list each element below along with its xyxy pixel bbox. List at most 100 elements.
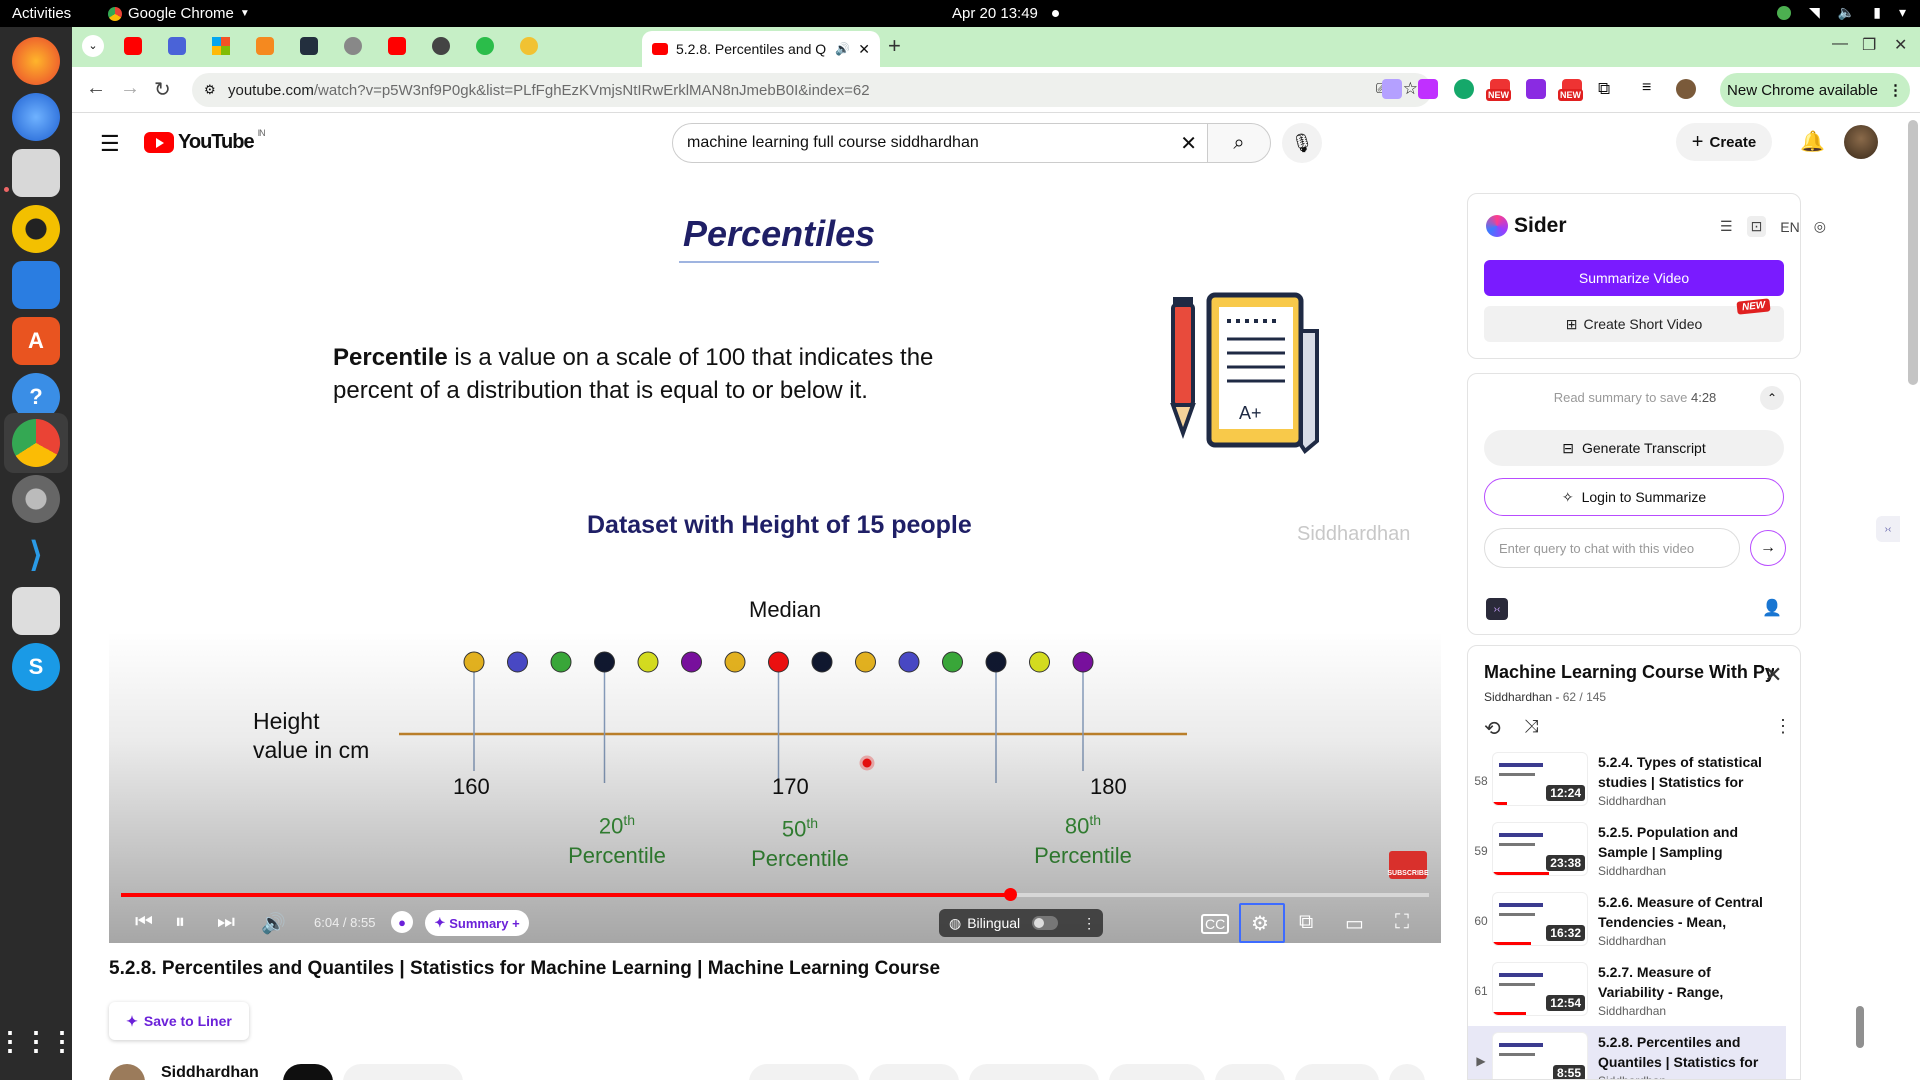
writer-icon[interactable] (12, 261, 60, 309)
playlist-item[interactable]: ▶ 8:55 5.2.8. Percentiles and Quantiles | … (1468, 1026, 1786, 1079)
search-input[interactable]: machine learning full course siddhardhan… (672, 123, 1212, 163)
sider-settings-icon[interactable]: ◎ (1814, 218, 1826, 235)
profile-avatar[interactable] (1676, 79, 1696, 99)
restore-window-icon[interactable]: ❐ (1862, 35, 1876, 55)
forward-icon[interactable]: → (120, 77, 140, 100)
back-icon[interactable]: ← (86, 77, 106, 100)
download-button[interactable] (969, 1064, 1099, 1080)
close-window-icon[interactable]: ✕ (1894, 35, 1907, 55)
more-options-icon[interactable]: ⋮ (1082, 915, 1096, 932)
clock[interactable]: Apr 20 13:49 (952, 5, 1038, 22)
language-toggle[interactable]: EN (1780, 219, 1799, 235)
extension-sider-icon[interactable] (1382, 79, 1402, 99)
skype-icon[interactable]: S (12, 643, 60, 691)
menu-icon[interactable]: ☰ (100, 131, 120, 157)
pinned-tab-green[interactable] (476, 37, 494, 55)
pinned-tab-globe[interactable] (344, 37, 362, 55)
pinned-tab-docs[interactable] (168, 37, 186, 55)
channel-name[interactable]: Siddhardhan (161, 1064, 259, 1080)
progress-bar[interactable] (121, 888, 1429, 901)
channel-avatar[interactable] (109, 1064, 145, 1080)
send-arrow-icon[interactable]: → (1750, 530, 1786, 566)
next-video-icon[interactable]: ⏭ (217, 911, 235, 934)
site-info-icon[interactable]: ⚙ (204, 82, 216, 98)
sider-sidebar-toggle-icon[interactable]: ›‹ (1876, 516, 1900, 542)
pinned-tab-yellow[interactable] (520, 37, 538, 55)
files-icon[interactable] (12, 149, 60, 197)
save-to-liner-button[interactable]: ✦ Save to Liner (109, 1002, 249, 1040)
list-view-icon[interactable]: ☰ (1720, 218, 1733, 235)
audio-playing-icon[interactable]: 🔊 (835, 42, 850, 56)
shuffle-icon[interactable]: ⤨ (1524, 716, 1538, 737)
subscribed-button[interactable] (343, 1064, 463, 1080)
sider-mini-logo-icon[interactable]: ›‹ (1486, 598, 1508, 620)
pinned-tab-youtube[interactable] (124, 37, 142, 55)
active-tab[interactable]: 5.2.8. Percentiles and Quantiles | Stati… (642, 31, 880, 67)
voice-search-button[interactable]: 🎙 (1282, 123, 1322, 163)
closed-captions-icon[interactable]: CC (1201, 914, 1230, 934)
playlist-item[interactable]: 60 16:32 5.2.6. Measure of Central Tendenc… (1468, 886, 1786, 956)
summarize-video-button[interactable]: Summarize Video (1484, 260, 1784, 296)
reload-icon[interactable]: ↻ (154, 77, 171, 102)
user-avatar[interactable] (1844, 125, 1878, 159)
bilingual-subtitles-toggle[interactable]: ◍ Bilingual ⋮ (939, 909, 1103, 937)
loop-playlist-icon[interactable]: ⟲ (1484, 716, 1501, 741)
chat-query-input[interactable]: Enter query to chat with this video (1484, 528, 1740, 568)
activities-button[interactable]: Activities (12, 5, 71, 22)
generate-transcript-button[interactable]: ⊟ Generate Transcript (1484, 430, 1784, 466)
settings-gear-icon[interactable]: ⚙ (1251, 911, 1269, 936)
playlist-channel[interactable]: Siddhardhan (1484, 690, 1552, 704)
account-person-icon[interactable]: 👤 (1762, 598, 1782, 618)
like-button[interactable] (749, 1064, 859, 1080)
software-icon[interactable]: A (12, 317, 60, 365)
thanks-button[interactable] (1109, 1064, 1205, 1080)
pinned-tab-package[interactable] (256, 37, 274, 55)
new-chrome-available-button[interactable]: New Chrome available ⋮ (1720, 73, 1910, 107)
tab-search-icon[interactable]: ⌄ (82, 35, 104, 57)
subscribe-badge[interactable]: SUBSCRIBE (1387, 851, 1429, 879)
bookmark-star-icon[interactable]: ☆ (1403, 79, 1418, 99)
join-button[interactable] (283, 1064, 333, 1080)
pinned-tab-youtube-2[interactable] (388, 37, 406, 55)
create-short-video-button[interactable]: ⊞ Create Short Video NEW (1484, 298, 1784, 342)
volume-icon[interactable]: 🔊 (261, 911, 286, 936)
summary-button[interactable]: ✦ Summary + (425, 910, 529, 936)
theater-mode-icon[interactable]: ▭ (1345, 911, 1364, 936)
fullscreen-icon[interactable]: ⛶ (1395, 911, 1409, 934)
rhythmbox-icon[interactable] (12, 205, 60, 253)
minimize-window-icon[interactable]: — (1832, 35, 1848, 53)
address-bar[interactable]: ⚙ youtube.com/watch?v=p5W3nf9P0gk&list=P… (192, 73, 1432, 107)
close-tab-icon[interactable]: ✕ (858, 41, 870, 58)
notifications-bell-icon[interactable]: 🔔 (1800, 129, 1825, 154)
extensions-puzzle-icon[interactable]: ⧉ (1598, 79, 1618, 99)
playlist-title[interactable]: Machine Learning Course With Python (1484, 662, 1774, 683)
system-tray[interactable]: ◥ 🔈 ▮ ▾ (1777, 4, 1906, 21)
save-button[interactable] (1295, 1064, 1379, 1080)
pinned-tab-openai[interactable] (432, 37, 450, 55)
close-playlist-icon[interactable]: ✕ (1764, 662, 1782, 688)
collapse-chevron-up-icon[interactable]: ⌃ (1760, 386, 1784, 410)
youtube-logo[interactable]: YouTube IN (144, 128, 266, 154)
new-tab-icon[interactable]: + (888, 33, 901, 59)
page-scrollbar[interactable] (1908, 120, 1918, 385)
settings-icon[interactable] (12, 475, 60, 523)
clip-button[interactable] (1215, 1064, 1285, 1080)
video-player[interactable]: Percentiles Percentile is a value on a s… (109, 171, 1441, 943)
create-button[interactable]: + Create (1676, 123, 1772, 161)
firefox-icon[interactable] (12, 37, 60, 85)
bilingual-switch[interactable] (1032, 916, 1059, 930)
app-menu[interactable]: Google Chrome ▼ (108, 5, 250, 22)
vscode-icon[interactable]: ⟩ (12, 531, 60, 579)
miniplayer-icon[interactable]: ⧉ (1299, 911, 1313, 934)
share-button[interactable] (869, 1064, 959, 1080)
previous-video-icon[interactable]: ⏮ (135, 911, 153, 934)
caption-view-icon[interactable]: ⊡ (1746, 216, 1767, 237)
clear-search-icon[interactable]: ✕ (1180, 131, 1197, 156)
extension-pen-icon[interactable] (1418, 79, 1438, 99)
playlist-item[interactable]: 61 12:54 5.2.7. Measure of Variability - R… (1468, 956, 1786, 1026)
search-button[interactable]: ⌕ (1207, 123, 1271, 163)
chrome-dock-icon[interactable] (12, 419, 60, 467)
location-pin-icon[interactable]: ● (391, 911, 413, 933)
playlist-item[interactable]: 59 23:38 5.2.5. Population and Sample | Sa… (1468, 816, 1786, 886)
more-actions-button[interactable] (1389, 1064, 1425, 1080)
